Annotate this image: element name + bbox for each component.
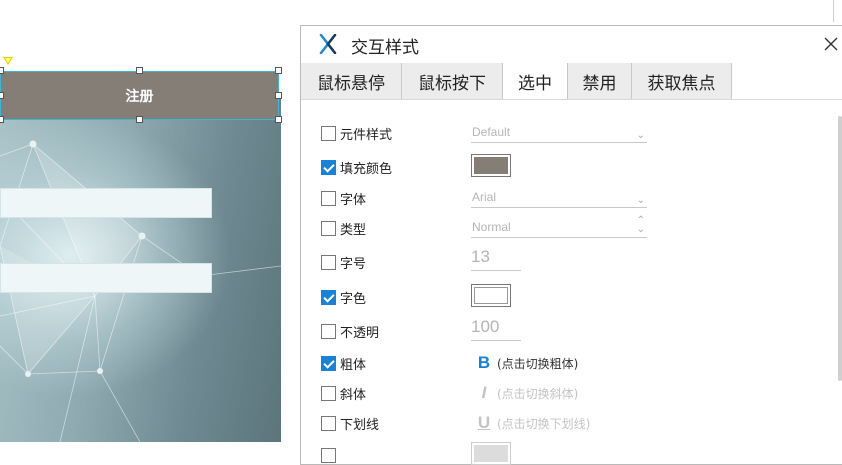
font-size-checkbox[interactable] <box>321 254 336 270</box>
interaction-style-dialog: 交互样式 鼠标悬停 鼠标按下 选中 禁用 获取焦点 元件样式 Default ⌄… <box>300 25 842 465</box>
bold-toggle[interactable]: B (点击切换粗体) <box>475 353 579 373</box>
font-checkbox[interactable] <box>321 190 336 206</box>
register-button[interactable]: 注册 <box>0 71 279 120</box>
font-size-row: 字号 <box>321 252 366 272</box>
fill-color-row: 填充颜色 <box>321 157 392 177</box>
opacity-row: 不透明 <box>321 321 379 341</box>
font-type-checkbox[interactable] <box>321 220 336 236</box>
underline-checkbox[interactable] <box>321 415 336 431</box>
bold-icon: B <box>477 353 491 372</box>
resize-handle-bottom-right[interactable] <box>275 116 282 123</box>
tab-mouse-hover[interactable]: 鼠标悬停 <box>301 63 402 99</box>
italic-toggle[interactable]: I (点击切换斜体) <box>475 383 579 403</box>
italic-icon: I <box>481 383 487 402</box>
dialog-titlebar[interactable]: 交互样式 <box>301 26 842 62</box>
underline-row: 下划线 <box>321 413 379 433</box>
bold-checkbox[interactable] <box>321 355 336 371</box>
tab-divider <box>301 99 842 100</box>
resize-handle-right[interactable] <box>275 92 282 99</box>
font-type-dropdown[interactable]: Normal ⌃ ⌄ <box>471 215 647 238</box>
font-size-value: 13 <box>471 247 490 266</box>
font-value: Arial <box>472 190 497 204</box>
opacity-checkbox[interactable] <box>321 323 336 339</box>
italic-checkbox[interactable] <box>321 385 336 401</box>
underline-label: 下划线 <box>340 417 380 433</box>
resize-handle-top-right[interactable] <box>275 67 282 74</box>
axure-x-icon <box>319 34 337 54</box>
bold-label: 粗体 <box>340 357 367 373</box>
chevron-down-icon: ⌄ <box>636 130 645 141</box>
widget-style-row: 元件样式 <box>321 123 392 143</box>
divider <box>833 0 834 22</box>
font-type-row: 类型 <box>321 218 366 238</box>
fill-color-checkbox[interactable] <box>321 159 336 175</box>
tab-label: 鼠标按下 <box>418 73 486 94</box>
font-size-label: 字号 <box>340 256 367 272</box>
next-row-preview <box>474 445 508 462</box>
bold-hint: (点击切换粗体) <box>497 356 579 371</box>
font-type-value: Normal <box>472 220 511 234</box>
next-row-checkbox[interactable] <box>321 447 336 463</box>
font-label: 字体 <box>340 192 367 208</box>
underline-toggle[interactable]: U (点击切换下划线) <box>475 413 591 433</box>
opacity-input[interactable]: 100 <box>471 317 521 341</box>
resize-handle-bottom-left[interactable] <box>0 116 4 123</box>
underline-icon: U <box>477 413 491 432</box>
fill-color-label: 填充颜色 <box>340 161 393 177</box>
tab-label: 禁用 <box>582 73 617 94</box>
register-button-label: 注册 <box>125 88 154 105</box>
close-icon[interactable] <box>821 34 841 54</box>
resize-handle-top[interactable] <box>136 67 143 74</box>
tab-focus[interactable]: 获取焦点 <box>632 63 732 99</box>
tab-label: 选中 <box>518 73 552 94</box>
anchor-marker-icon <box>3 57 13 65</box>
tab-label: 鼠标悬停 <box>317 73 385 94</box>
tab-selected[interactable]: 选中 <box>503 63 568 99</box>
next-row <box>321 445 340 465</box>
font-dropdown[interactable]: Arial ⌄ <box>471 188 647 208</box>
design-canvas[interactable]: 注册 <box>0 0 300 451</box>
resize-handle-bottom[interactable] <box>136 116 143 123</box>
italic-label: 斜体 <box>340 387 367 403</box>
italic-hint: (点击切换斜体) <box>497 386 579 401</box>
font-color-checkbox[interactable] <box>321 289 336 305</box>
opacity-value: 100 <box>471 317 500 336</box>
underline-hint: (点击切换下划线) <box>497 416 591 431</box>
opacity-label: 不透明 <box>340 325 380 341</box>
widget-style-value: Default <box>472 125 511 139</box>
resize-handle-top-left[interactable] <box>0 67 4 74</box>
tab-mouse-down[interactable]: 鼠标按下 <box>402 63 503 99</box>
font-color-swatch[interactable] <box>471 284 511 307</box>
tab-label: 获取焦点 <box>647 73 716 94</box>
italic-row: 斜体 <box>321 383 366 403</box>
font-color-label: 字色 <box>340 291 367 307</box>
font-size-input[interactable]: 13 <box>471 247 521 271</box>
chevron-down-icon: ⌄ <box>636 195 645 206</box>
resize-handle-left[interactable] <box>0 92 4 99</box>
font-row: 字体 <box>321 188 366 208</box>
background-image[interactable] <box>0 96 281 442</box>
fill-color-swatch[interactable] <box>471 154 511 177</box>
fill-color-preview <box>474 157 508 174</box>
widget-style-checkbox[interactable] <box>321 125 336 141</box>
username-field-bg[interactable] <box>0 188 212 218</box>
tab-disabled[interactable]: 禁用 <box>568 63 632 99</box>
updown-chevron-icon: ⌃ ⌄ <box>636 215 645 235</box>
font-color-row: 字色 <box>321 287 366 307</box>
widget-style-dropdown[interactable]: Default ⌄ <box>471 123 647 143</box>
vertical-scrollbar[interactable] <box>838 116 842 381</box>
state-tabs: 鼠标悬停 鼠标按下 选中 禁用 获取焦点 <box>301 63 732 99</box>
font-color-preview <box>474 287 508 304</box>
dialog-title: 交互样式 <box>351 38 419 58</box>
bold-row: 粗体 <box>321 353 366 373</box>
widget-style-label: 元件样式 <box>340 127 393 143</box>
font-type-label: 类型 <box>340 222 367 238</box>
password-field-bg[interactable] <box>0 263 212 293</box>
next-row-swatch[interactable] <box>471 442 511 465</box>
